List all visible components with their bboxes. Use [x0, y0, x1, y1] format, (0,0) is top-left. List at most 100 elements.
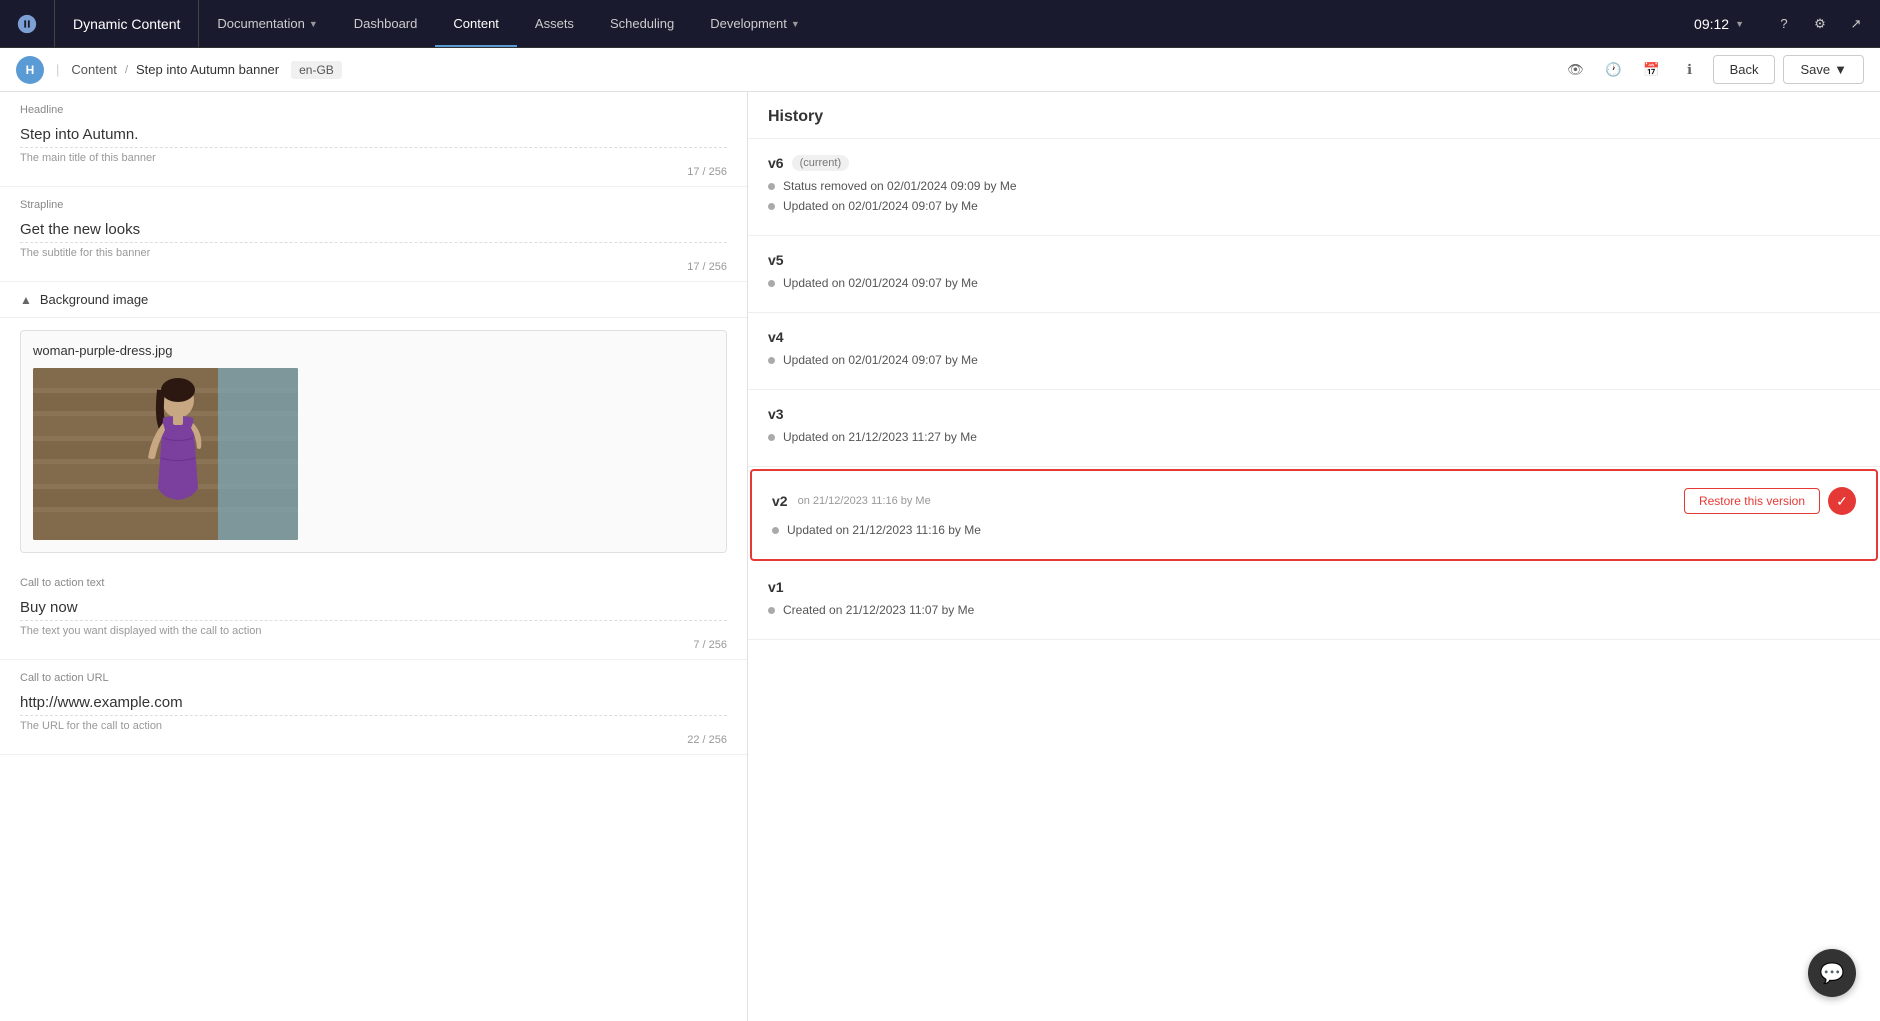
strapline-label: Strapline: [20, 199, 727, 211]
version-actions-v2: Restore this version ✓: [1684, 487, 1856, 515]
nav-item-documentation[interactable]: Documentation ▼: [199, 0, 335, 47]
cta-text-count: 7 / 256: [20, 639, 727, 651]
cta-url-input[interactable]: http://www.example.com: [20, 690, 727, 716]
version-card-v1: v1 Created on 21/12/2023 11:07 by Me: [748, 563, 1880, 640]
version-header-v6: v6 (current): [768, 155, 1860, 171]
nav-item-development[interactable]: Development ▼: [692, 0, 818, 47]
cta-text-input[interactable]: Buy now: [20, 595, 727, 621]
entry-dot: [768, 183, 775, 190]
version-entry-v2-0: Updated on 21/12/2023 11:16 by Me: [772, 523, 1856, 537]
breadcrumb-bar: H | Content / Step into Autumn banner en…: [0, 48, 1880, 92]
history-icon[interactable]: 🕐: [1599, 55, 1629, 85]
schedule-icon[interactable]: 📅: [1637, 55, 1667, 85]
nav-item-dashboard[interactable]: Dashboard: [336, 0, 436, 47]
cta-text-helper: The text you want displayed with the cal…: [20, 625, 727, 637]
nav-item-scheduling[interactable]: Scheduling: [592, 0, 692, 47]
chat-fab-button[interactable]: 💬: [1808, 949, 1856, 997]
section-collapse-icon: ▲: [20, 293, 32, 307]
cta-url-helper: The URL for the call to action: [20, 720, 727, 732]
breadcrumb-content[interactable]: Content: [71, 62, 117, 77]
cta-url-label: Call to action URL: [20, 672, 727, 684]
entry-dot: [772, 527, 779, 534]
background-image-section-header[interactable]: ▲ Background image: [0, 282, 747, 318]
history-title: History: [748, 92, 1880, 139]
top-navigation: Dynamic Content Documentation ▼ Dashboar…: [0, 0, 1880, 48]
headline-count: 17 / 256: [20, 166, 727, 178]
version-label-v1: v1: [768, 579, 784, 595]
version-entry-v5-0: Updated on 02/01/2024 09:07 by Me: [768, 276, 1860, 290]
preview-icon[interactable]: 👁: [1561, 55, 1591, 85]
current-time: 09:12 ▼: [1678, 16, 1760, 32]
background-image-label: Background image: [40, 292, 148, 307]
logo-icon: [16, 13, 38, 35]
restore-version-button[interactable]: Restore this version: [1684, 488, 1820, 514]
version-header-v3: v3: [768, 406, 1860, 422]
breadcrumb-page: Step into Autumn banner: [136, 62, 279, 77]
headline-label: Headline: [20, 104, 727, 116]
cta-url-count: 22 / 256: [20, 734, 727, 746]
background-image-container: woman-purple-dress.jpg: [20, 330, 727, 553]
version-label-group-v6: v6 (current): [768, 155, 849, 171]
image-preview-inner: [33, 368, 298, 540]
headline-helper: The main title of this banner: [20, 152, 727, 164]
version-label-v3: v3: [768, 406, 784, 422]
avatar[interactable]: H: [16, 56, 44, 84]
version-header-v1: v1: [768, 579, 1860, 595]
entry-dot: [768, 434, 775, 441]
strapline-field-group: Strapline Get the new looks The subtitle…: [0, 187, 747, 282]
history-panel: History v6 (current) Status removed on 0…: [748, 92, 1880, 1021]
entry-dot: [768, 357, 775, 364]
version-card-v4: v4 Updated on 02/01/2024 09:07 by Me: [748, 313, 1880, 390]
content-panel: Headline Step into Autumn. The main titl…: [0, 92, 748, 1021]
version-label-group-v2: v2 on 21/12/2023 11:16 by Me: [772, 493, 931, 509]
breadcrumb-divider: |: [56, 62, 59, 77]
version-header-v2: v2 on 21/12/2023 11:16 by Me Restore thi…: [772, 487, 1856, 515]
version-label-v5: v5: [768, 252, 784, 268]
back-button[interactable]: Back: [1713, 55, 1776, 84]
main-layout: Headline Step into Autumn. The main titl…: [0, 92, 1880, 1021]
image-preview[interactable]: [33, 368, 298, 540]
nav-item-content[interactable]: Content: [435, 0, 517, 47]
strapline-count: 17 / 256: [20, 261, 727, 273]
version-meta-v2: on 21/12/2023 11:16 by Me: [798, 495, 931, 507]
version-tag-v6: (current): [792, 155, 850, 171]
version-label-v6: v6: [768, 155, 784, 171]
language-selector[interactable]: en-GB: [291, 61, 342, 79]
settings-icon[interactable]: ⚙: [1804, 8, 1836, 40]
version-label-v2: v2: [772, 493, 788, 509]
save-button[interactable]: Save ▼: [1783, 55, 1864, 84]
entry-dot: [768, 280, 775, 287]
version-label-v4: v4: [768, 329, 784, 345]
version-header-v4: v4: [768, 329, 1860, 345]
version-card-v2: v2 on 21/12/2023 11:16 by Me Restore thi…: [750, 469, 1878, 561]
info-icon[interactable]: ℹ: [1675, 55, 1705, 85]
version-entry-v6-0: Status removed on 02/01/2024 09:09 by Me: [768, 179, 1860, 193]
exit-icon[interactable]: ↗: [1840, 8, 1872, 40]
breadcrumb-actions: 👁 🕐 📅 ℹ Back Save ▼: [1561, 55, 1864, 85]
version-entry-v4-0: Updated on 02/01/2024 09:07 by Me: [768, 353, 1860, 367]
image-svg: [33, 368, 298, 540]
cta-text-label: Call to action text: [20, 577, 727, 589]
save-dropdown-icon[interactable]: ▼: [1834, 62, 1847, 77]
entry-dot: [768, 607, 775, 614]
version-entry-v1-0: Created on 21/12/2023 11:07 by Me: [768, 603, 1860, 617]
strapline-helper: The subtitle for this banner: [20, 247, 727, 259]
strapline-input[interactable]: Get the new looks: [20, 217, 727, 243]
app-name: Dynamic Content: [55, 0, 199, 47]
version-card-v6: v6 (current) Status removed on 02/01/202…: [748, 139, 1880, 236]
version-card-v3: v3 Updated on 21/12/2023 11:27 by Me: [748, 390, 1880, 467]
headline-input[interactable]: Step into Autumn.: [20, 122, 727, 148]
help-icon[interactable]: ?: [1768, 8, 1800, 40]
nav-items: Documentation ▼ Dashboard Content Assets…: [199, 0, 1678, 47]
entry-dot: [768, 203, 775, 210]
time-dropdown-icon[interactable]: ▼: [1735, 19, 1744, 29]
app-logo[interactable]: [0, 0, 55, 47]
image-filename: woman-purple-dress.jpg: [33, 343, 714, 358]
version-entry-v6-1: Updated on 02/01/2024 09:07 by Me: [768, 199, 1860, 213]
breadcrumb-separator: /: [125, 64, 128, 76]
nav-item-assets[interactable]: Assets: [517, 0, 592, 47]
chevron-down-icon: ▼: [791, 19, 800, 29]
cta-url-field-group: Call to action URL http://www.example.co…: [0, 660, 747, 755]
restore-confirm-button[interactable]: ✓: [1828, 487, 1856, 515]
version-entry-v3-0: Updated on 21/12/2023 11:27 by Me: [768, 430, 1860, 444]
